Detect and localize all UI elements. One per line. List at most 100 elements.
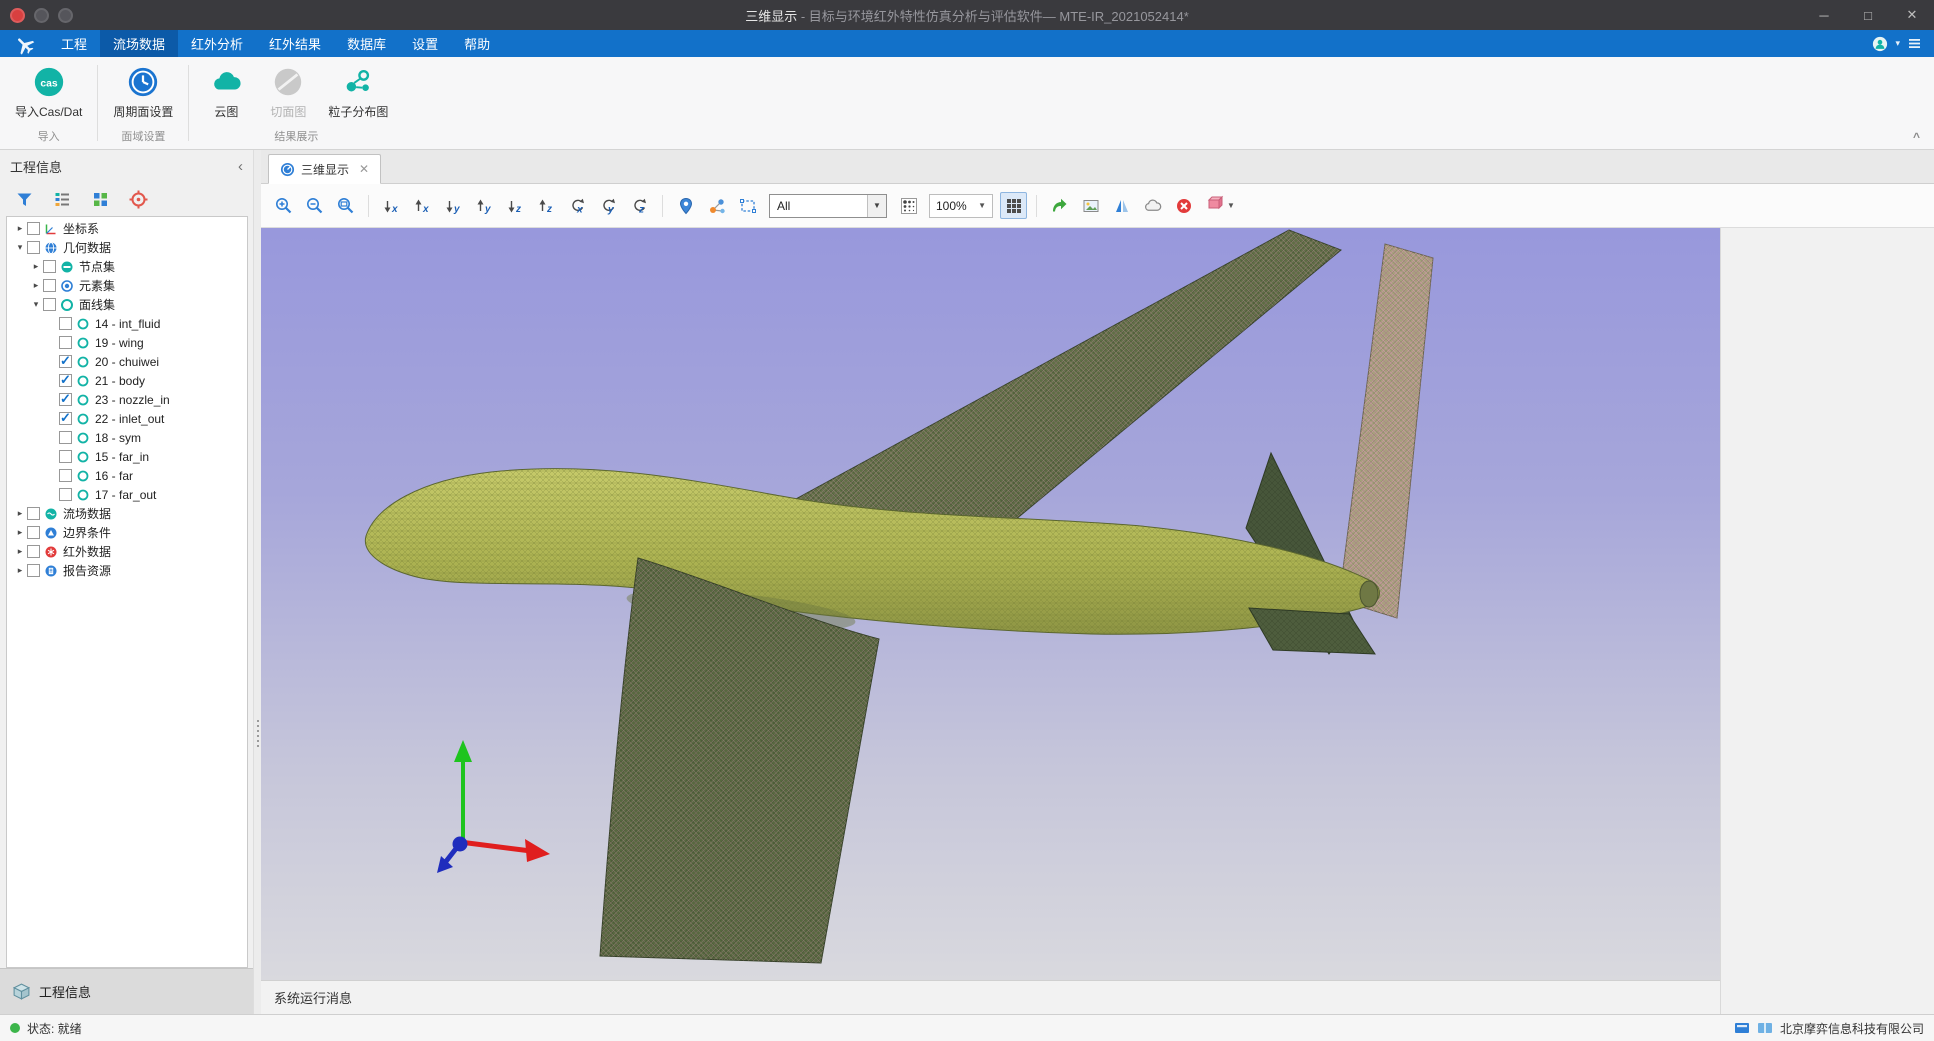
dropdown-arrow-icon[interactable]: ▼ (867, 195, 886, 217)
expand-arrow-icon[interactable]: ▸ (13, 565, 27, 576)
cloud-display-button[interactable] (1139, 192, 1166, 219)
tree-item[interactable]: 17 - far_out (7, 485, 247, 504)
mesh-display-button[interactable] (1000, 192, 1027, 219)
expand-arrow-icon[interactable]: ▸ (13, 527, 27, 538)
visibility-checkbox[interactable] (27, 241, 40, 254)
zoom-in-button[interactable] (270, 192, 297, 219)
menu-item[interactable]: 帮助 (451, 30, 503, 57)
ribbon-collapse-icon[interactable]: ^ (1913, 130, 1920, 144)
zoom-out-button[interactable] (301, 192, 328, 219)
visibility-checkbox[interactable] (27, 222, 40, 235)
visibility-checkbox[interactable] (59, 374, 72, 387)
tree-item[interactable]: 14 - int_fluid (7, 314, 247, 333)
view-along-y-button[interactable]: y (440, 192, 467, 219)
tab-close-icon[interactable]: ✕ (359, 162, 369, 176)
save-snapshot-button[interactable] (1077, 192, 1104, 219)
ribbon-button[interactable]: 周期面设置 (106, 62, 180, 120)
ribbon-button[interactable]: 粒子分布图 (321, 62, 395, 120)
ribbon-button[interactable]: 云图 (197, 62, 255, 120)
display-filter-select[interactable]: All▼ (769, 194, 887, 218)
view-along-z-button[interactable]: z (502, 192, 529, 219)
tree-item[interactable]: ▾面线集 (7, 295, 247, 314)
filter-button[interactable] (12, 187, 36, 211)
visibility-checkbox[interactable] (59, 336, 72, 349)
collapse-arrow-icon[interactable]: ▾ (29, 299, 43, 310)
menu-grid-icon[interactable] (1907, 36, 1922, 51)
app-record-button[interactable] (10, 8, 25, 23)
tree-item[interactable]: 18 - sym (7, 428, 247, 447)
view-along-x-button[interactable]: x (378, 192, 405, 219)
collapse-arrow-icon[interactable]: ▾ (13, 242, 27, 253)
viewport-3d[interactable] (261, 228, 1720, 980)
view-against-x-button[interactable]: x (409, 192, 436, 219)
user-account-icon[interactable] (1872, 36, 1888, 52)
tab-3d-view[interactable]: 三维显示 ✕ (268, 154, 381, 184)
section-box-button[interactable]: ▼ (1201, 192, 1240, 219)
region-select-button[interactable] (734, 192, 761, 219)
tree-item[interactable]: ▸节点集 (7, 257, 247, 276)
tree-item[interactable]: ▸元素集 (7, 276, 247, 295)
visibility-checkbox[interactable] (59, 488, 72, 501)
tree-item[interactable]: ▸流场数据 (7, 504, 247, 523)
expand-arrow-icon[interactable]: ▸ (13, 546, 27, 557)
menu-item[interactable]: 流场数据 (100, 30, 178, 57)
target-button[interactable] (126, 187, 150, 211)
view-against-y-button[interactable]: y (471, 192, 498, 219)
visibility-checkbox[interactable] (27, 507, 40, 520)
menu-item[interactable]: 工程 (48, 30, 100, 57)
visibility-checkbox[interactable] (59, 469, 72, 482)
tree-item[interactable]: ▸边界条件 (7, 523, 247, 542)
tree-item[interactable]: 19 - wing (7, 333, 247, 352)
tree-item[interactable]: 21 - body (7, 371, 247, 390)
zoom-fit-button[interactable] (332, 192, 359, 219)
visibility-checkbox[interactable] (59, 412, 72, 425)
expand-arrow-icon[interactable]: ▸ (29, 280, 43, 291)
panel-bottom-tab[interactable]: 工程信息 (0, 968, 253, 1014)
view-against-z-button[interactable]: z (533, 192, 560, 219)
app-quick-button-1[interactable] (34, 8, 49, 23)
ribbon-button[interactable]: cas导入Cas/Dat (8, 62, 89, 120)
visibility-checkbox[interactable] (43, 298, 56, 311)
menu-item[interactable]: 红外分析 (178, 30, 256, 57)
tree-item[interactable]: 15 - far_in (7, 447, 247, 466)
expand-arrow-icon[interactable]: ▸ (13, 508, 27, 519)
ribbon-button[interactable]: 切面图 (259, 62, 317, 120)
maximize-button[interactable]: □ (1846, 0, 1890, 30)
visibility-checkbox[interactable] (59, 393, 72, 406)
probe-point-button[interactable] (672, 192, 699, 219)
apps-button[interactable] (88, 187, 112, 211)
panel-collapse-icon[interactable]: ‹ (238, 158, 243, 175)
menu-item[interactable]: 设置 (399, 30, 451, 57)
visibility-checkbox[interactable] (59, 450, 72, 463)
tree-item[interactable]: 23 - nozzle_in (7, 390, 247, 409)
minimize-button[interactable]: ─ (1802, 0, 1846, 30)
tree-item[interactable]: ▸报告资源 (7, 561, 247, 580)
clear-display-button[interactable] (1170, 192, 1197, 219)
rotate-x-button[interactable]: x (564, 192, 591, 219)
opacity-pattern-button[interactable] (895, 192, 922, 219)
visibility-checkbox[interactable] (27, 526, 40, 539)
tree-item[interactable]: ▸坐标系 (7, 219, 247, 238)
chevron-down-icon[interactable]: ▾ (1895, 38, 1900, 49)
visibility-checkbox[interactable] (59, 431, 72, 444)
list-button[interactable] (50, 187, 74, 211)
app-quick-button-2[interactable] (58, 8, 73, 23)
expand-arrow-icon[interactable]: ▸ (29, 261, 43, 272)
split-window-icon[interactable] (1757, 1020, 1773, 1036)
tree-item[interactable]: ▸红外数据 (7, 542, 247, 561)
menu-item[interactable]: 数据库 (334, 30, 399, 57)
expand-arrow-icon[interactable]: ▸ (13, 223, 27, 234)
export-view-button[interactable] (1046, 192, 1073, 219)
mirror-display-button[interactable] (1108, 192, 1135, 219)
dock-window-icon[interactable] (1734, 1020, 1750, 1036)
visibility-checkbox[interactable] (43, 279, 56, 292)
visibility-checkbox[interactable] (43, 260, 56, 273)
rotate-y-button[interactable]: y (595, 192, 622, 219)
panel-splitter[interactable] (253, 150, 261, 1014)
visibility-checkbox[interactable] (27, 564, 40, 577)
close-button[interactable]: ✕ (1890, 0, 1934, 30)
visibility-checkbox[interactable] (59, 355, 72, 368)
tree-item[interactable]: 20 - chuiwei (7, 352, 247, 371)
menu-item[interactable]: 红外结果 (256, 30, 334, 57)
particle-display-button[interactable] (703, 192, 730, 219)
